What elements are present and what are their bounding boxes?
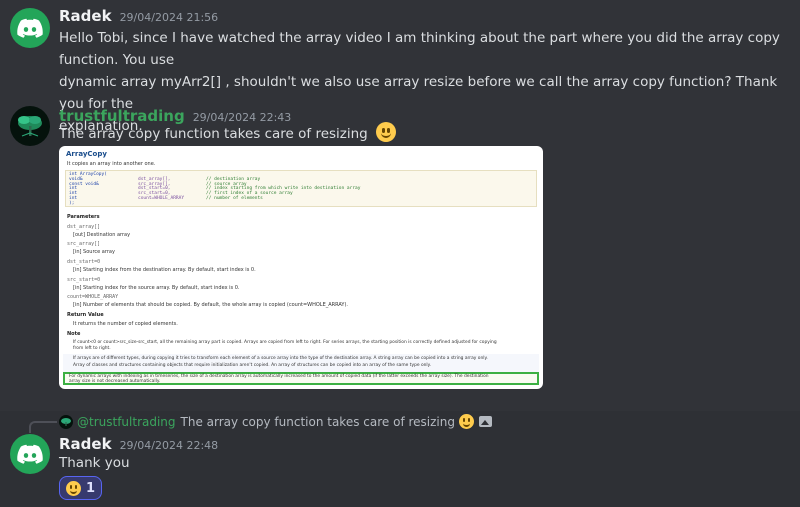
- attachment-image[interactable]: ArrayCopy It copies an array into anothe…: [59, 146, 543, 389]
- avatar[interactable]: [10, 434, 50, 474]
- message-content: The array copy function takes care of re…: [59, 126, 368, 142]
- doc-return-heading: Return Value: [67, 312, 104, 318]
- code-token: );: [69, 200, 75, 206]
- doc-note-line: array size is not decreased automaticall…: [69, 379, 161, 384]
- reply-connector: [29, 421, 57, 433]
- doc-param-name: dst_array[]: [67, 224, 101, 230]
- doc-param-desc: [out] Destination array: [73, 232, 131, 238]
- username[interactable]: Radek: [59, 7, 112, 25]
- doc-param-desc: [in] Number of elements that should be c…: [73, 302, 349, 308]
- reaction-count: 1: [86, 480, 96, 496]
- reply-avatar: [59, 414, 73, 429]
- doc-return-text: It returns the number of copied elements…: [73, 321, 178, 327]
- doc-param-desc: [in] Starting index for the source array…: [73, 285, 240, 291]
- timestamp: 29/04/2024 22:48: [119, 439, 219, 452]
- doc-param-name: dst_start=0: [67, 259, 101, 265]
- doc-param-name: src_array[]: [67, 241, 101, 247]
- doc-code-block: int ArrayCopy( void& dst_array[],// desti…: [65, 170, 537, 207]
- smile-emoji-icon: [376, 122, 397, 142]
- doc-param-desc: [in] Starting index from the destination…: [73, 267, 256, 273]
- doc-param-name: src_start=0: [67, 277, 101, 283]
- doc-note-heading: Note: [67, 331, 81, 337]
- timestamp: 29/04/2024 21:56: [119, 11, 219, 24]
- smile-emoji-icon: [458, 414, 474, 429]
- discord-logo-icon: [17, 18, 43, 38]
- username[interactable]: Radek: [59, 435, 112, 453]
- doc-params-heading: Parameters: [67, 214, 100, 220]
- doc-note-line: Array of classes and structures containi…: [73, 363, 432, 368]
- message-text: The array copy function takes care of re…: [59, 122, 397, 145]
- message-line: Hello Tobi, since I have watched the arr…: [59, 30, 780, 68]
- avatar[interactable]: [10, 8, 50, 48]
- avatar[interactable]: [10, 106, 50, 146]
- doc-param-name: count=WHOLE_ARRAY: [67, 294, 119, 300]
- tree-logo-icon: [61, 417, 71, 426]
- doc-subtitle: It copies an array into another one.: [67, 161, 156, 167]
- message-text: Thank you: [59, 455, 130, 471]
- smile-emoji-icon: [66, 480, 81, 496]
- message-radek-1: Radek 29/04/2024 21:56 Hello Tobi, since…: [0, 0, 800, 134]
- tree-logo-icon: [18, 116, 42, 137]
- reply-mention[interactable]: @trustfultrading: [77, 415, 176, 429]
- doc-param-desc: [in] Source array: [73, 249, 115, 255]
- code-token: // number of elements: [206, 196, 263, 201]
- reply-text: The array copy function takes care of re…: [180, 414, 455, 429]
- doc-title: ArrayCopy: [66, 150, 107, 158]
- reply-preview[interactable]: @trustfultrading The array copy function…: [59, 414, 492, 429]
- doc-note-line: from left to right.: [73, 346, 111, 351]
- image-icon: [478, 416, 492, 427]
- code-token: count=WHOLE_ARRAY: [138, 196, 185, 201]
- doc-note-line: If arrays are of different types, during…: [73, 356, 488, 361]
- discord-logo-icon: [17, 444, 43, 464]
- reaction-button[interactable]: 1: [59, 476, 103, 500]
- doc-note-line: If count<0 or count>src_size-src_start, …: [73, 340, 497, 345]
